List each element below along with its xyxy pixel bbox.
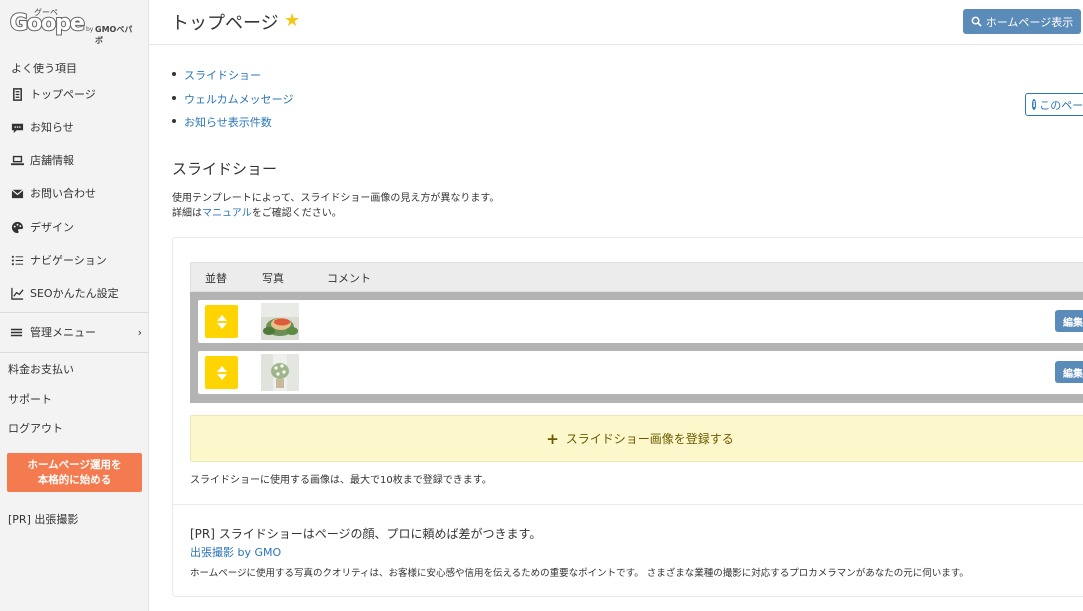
page-icon <box>10 87 24 101</box>
page-title: トップページ <box>171 13 279 34</box>
sidebar-item-label: ナビゲーション <box>30 254 107 267</box>
logo-text: Goope <box>9 10 86 37</box>
list-icon <box>10 253 24 267</box>
sidebar-item-navigation[interactable]: ナビゲーション <box>10 250 107 270</box>
plus-icon: + <box>546 429 559 448</box>
sidebar-item-label: SEOかんたん設定 <box>30 287 119 300</box>
admin-menu-toggle[interactable]: 管理メニュー › <box>10 322 142 342</box>
sidebar-item-label: トップページ <box>30 88 96 101</box>
toc-link-news-count[interactable]: お知らせ表示件数 <box>184 114 272 130</box>
toc-link-welcome[interactable]: ウェルカムメッセージ <box>184 91 293 107</box>
column-header-sort: 並替 <box>205 272 227 285</box>
slideshow-manual-note: 詳細はマニュアルをご確認ください。 <box>172 204 342 219</box>
slideshow-description: 使用テンプレートによって、スライドショー画像の見え方が異なります。 <box>172 193 500 204</box>
cta-line1: ホームページ運用を <box>27 459 122 471</box>
sidebar-item-contact[interactable]: お問い合わせ <box>10 183 96 203</box>
slideshow-thumbnail-flowers[interactable] <box>261 354 299 391</box>
bullet <box>172 119 176 123</box>
chart-icon <box>10 286 24 300</box>
page-help-button[interactable]: i このページ <box>1025 93 1083 116</box>
page-header: トップページ ★ ホームページ表示 <box>149 0 1083 45</box>
drag-handle-icon[interactable] <box>205 305 238 338</box>
sidebar-item-label: お知らせ <box>30 121 74 134</box>
sidebar-item-store-info[interactable]: 店舗情報 <box>10 150 74 170</box>
chat-icon <box>10 120 24 134</box>
pr-title: [PR] スライドショーはページの顔、プロに頼めば差がつきます。 <box>190 527 542 541</box>
sidebar-item-news[interactable]: お知らせ <box>10 117 74 137</box>
sidebar-item-top-page[interactable]: トップページ <box>10 84 96 104</box>
manual-link[interactable]: マニュアル <box>202 208 252 219</box>
sidebar: グーペ Goope by GMOペパボ よく使う項目 トップページ お知らせ 店… <box>0 0 149 611</box>
pr-link[interactable]: 出張撮影 by GMO <box>190 544 281 560</box>
edit-button[interactable]: 編集 <box>1055 361 1083 383</box>
goope-logo[interactable]: グーペ Goope by GMOペパボ <box>9 8 140 45</box>
page-help-label: このページ <box>1039 98 1083 112</box>
slideshow-limit-note: スライドショーに使用する画像は、最大で10枚まで登録できます。 <box>190 475 492 486</box>
drag-handle-icon[interactable] <box>205 356 238 389</box>
sidebar-item-label: デザイン <box>30 221 74 234</box>
column-header-photo: 写真 <box>262 272 284 285</box>
edit-button[interactable]: 編集 <box>1055 310 1083 332</box>
slideshow-table-header <box>190 262 1083 292</box>
hamburger-icon <box>10 325 24 339</box>
slideshow-thumbnail-sandwich[interactable] <box>261 303 299 340</box>
laptop-icon <box>10 153 24 167</box>
table-row: 編集 <box>198 351 1083 394</box>
palette-icon <box>10 220 24 234</box>
favorites-title: よく使う項目 <box>11 62 77 75</box>
sidebar-item-design[interactable]: デザイン <box>10 217 74 237</box>
manual-prefix: 詳細は <box>172 208 202 219</box>
add-slideshow-label: スライドショー画像を登録する <box>565 432 734 446</box>
add-slideshow-image-button[interactable]: + スライドショー画像を登録する <box>190 415 1083 462</box>
sidebar-divider <box>0 352 149 353</box>
cta-line2: 本格的に始める <box>37 474 112 486</box>
upgrade-cta-button[interactable]: ホームページ運用を 本格的に始める <box>7 453 142 492</box>
billing-link[interactable]: 料金お支払い <box>8 361 74 377</box>
logo-brand: GMOペパボ <box>95 25 133 45</box>
logout-link[interactable]: ログアウト <box>8 420 63 436</box>
section-heading-slideshow: スライドショー <box>172 160 278 178</box>
mail-icon <box>10 186 24 200</box>
table-row: 編集 <box>198 300 1083 343</box>
favorite-star-icon[interactable]: ★ <box>284 10 300 31</box>
bullet <box>172 96 176 100</box>
sidebar-divider <box>0 312 149 313</box>
view-homepage-button[interactable]: ホームページ表示 <box>963 9 1081 34</box>
manual-suffix: をご確認ください。 <box>251 208 342 219</box>
logo-by: by <box>86 26 94 33</box>
chevron-right-icon: › <box>137 325 142 339</box>
sidebar-item-label: お問い合わせ <box>30 187 96 200</box>
bullet <box>172 72 176 76</box>
sidebar-item-seo[interactable]: SEOかんたん設定 <box>10 283 119 303</box>
admin-menu-label: 管理メニュー <box>30 326 96 339</box>
pr-photo-link[interactable]: [PR] 出張撮影 <box>8 511 78 527</box>
toc-link-slideshow[interactable]: スライドショー <box>184 67 261 83</box>
column-header-comment: コメント <box>327 272 371 285</box>
search-icon <box>971 16 982 27</box>
sidebar-item-label: 店舗情報 <box>30 154 74 167</box>
pr-description: ホームページに使用する写真のクオリティは、お客様に安心感や信用を伝えるための重要… <box>190 568 969 579</box>
support-link[interactable]: サポート <box>8 391 52 407</box>
panel-divider <box>172 504 1083 505</box>
view-homepage-label: ホームページ表示 <box>985 15 1074 29</box>
info-icon: i <box>1032 99 1037 110</box>
